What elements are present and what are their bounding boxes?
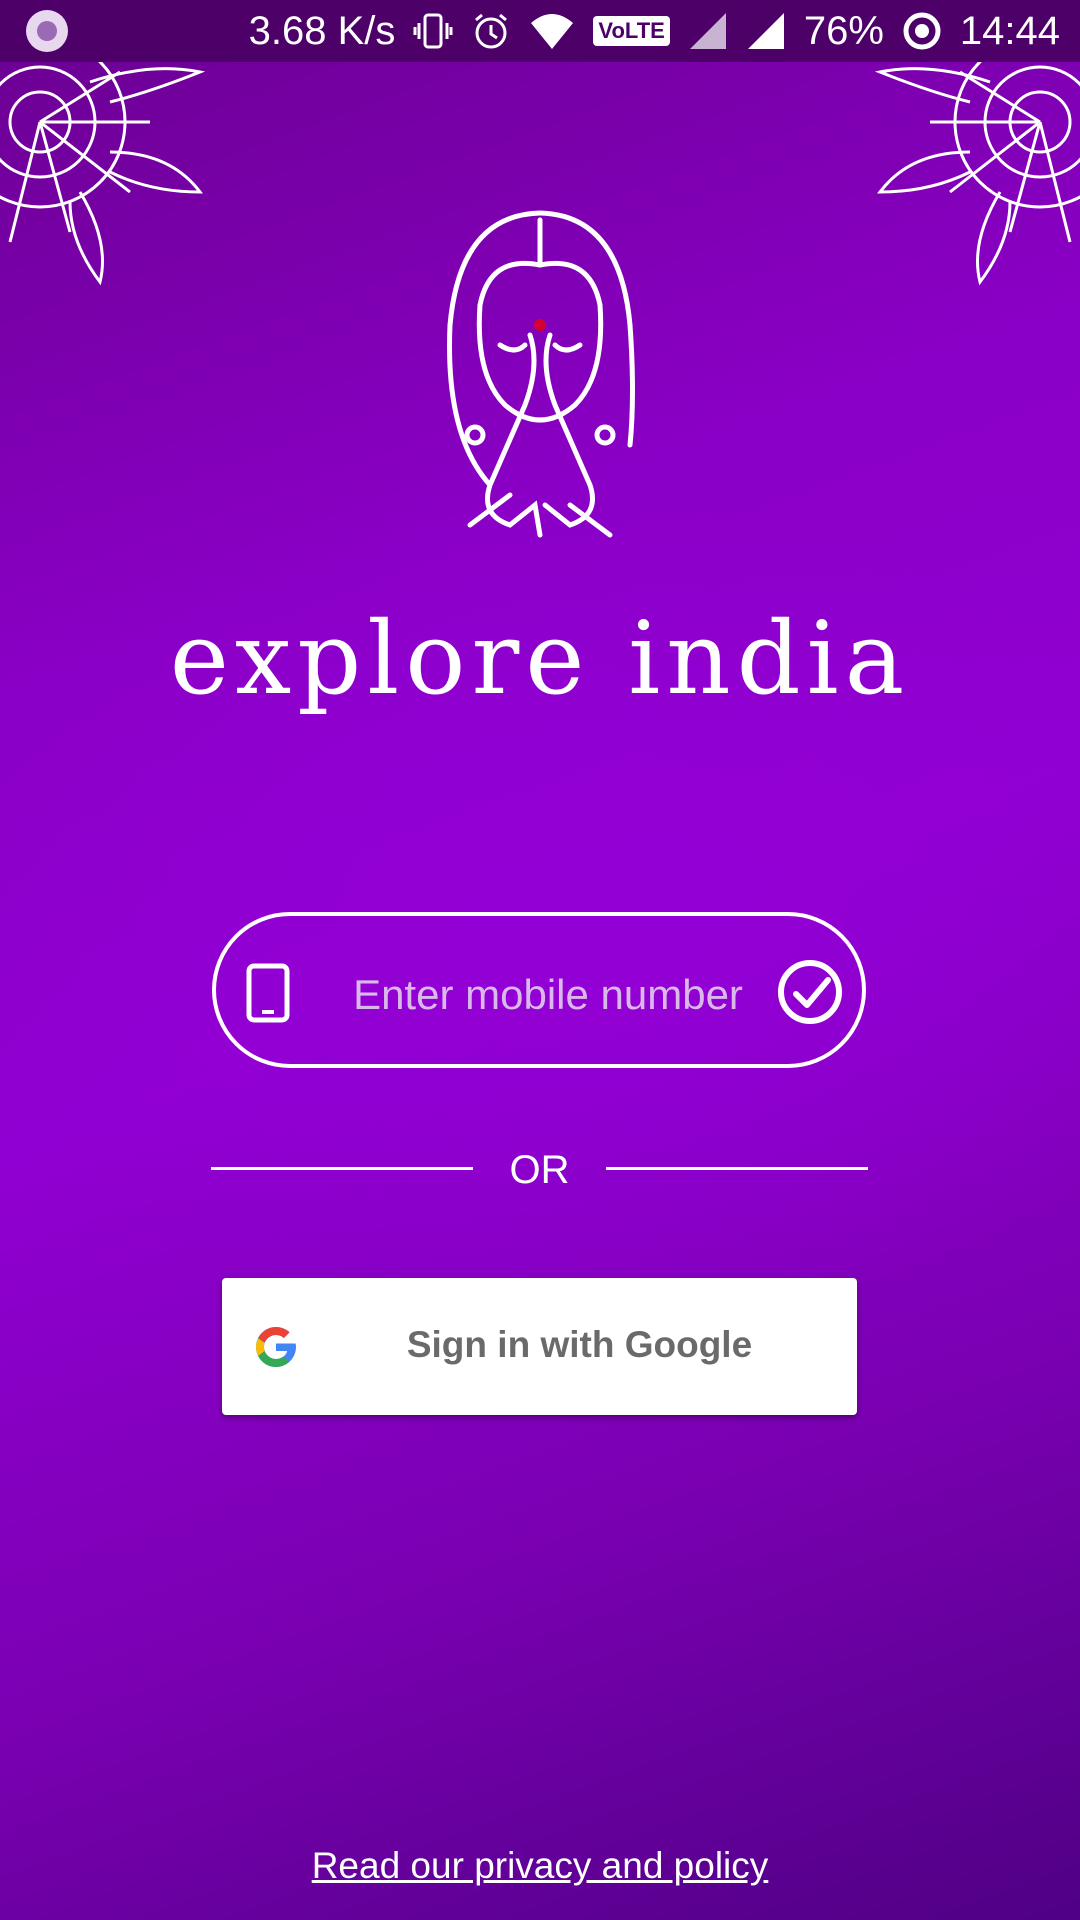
status-bar: 3.68 K/s VoLTE 76% 14:44 [0, 0, 1080, 62]
clock: 14:44 [959, 9, 1060, 53]
battery-percent: 76% [803, 9, 884, 53]
google-sign-in-button[interactable]: Sign in with Google [222, 1278, 857, 1415]
or-label: OR [509, 1148, 570, 1192]
data-saver-icon [903, 12, 941, 50]
signal-icon-2 [747, 13, 784, 49]
signal-icon-1 [689, 13, 726, 49]
notification-dot-icon [26, 10, 68, 52]
mobile-input-container[interactable] [212, 912, 866, 1068]
network-speed: 3.68 K/s [248, 9, 396, 53]
or-divider: OR [211, 1140, 868, 1200]
namaste-logo [447, 210, 635, 538]
check-circle-icon[interactable] [776, 958, 844, 1026]
divider-line-right [606, 1167, 868, 1170]
app-brand-title: explore india [169, 600, 911, 717]
privacy-policy-link[interactable]: Read our privacy and policy [0, 1845, 1080, 1887]
google-sign-in-label: Sign in with Google [406, 1324, 753, 1365]
volte-badge: VoLTE [593, 16, 670, 46]
mandala-ornament-left [0, 62, 206, 286]
mandala-ornament-right [874, 62, 1080, 286]
wifi-icon [531, 14, 574, 49]
phone-icon [246, 963, 290, 1023]
google-icon [256, 1327, 296, 1367]
mobile-number-input[interactable] [346, 954, 750, 1036]
vibrate-icon [413, 13, 453, 49]
alarm-icon [475, 13, 508, 49]
